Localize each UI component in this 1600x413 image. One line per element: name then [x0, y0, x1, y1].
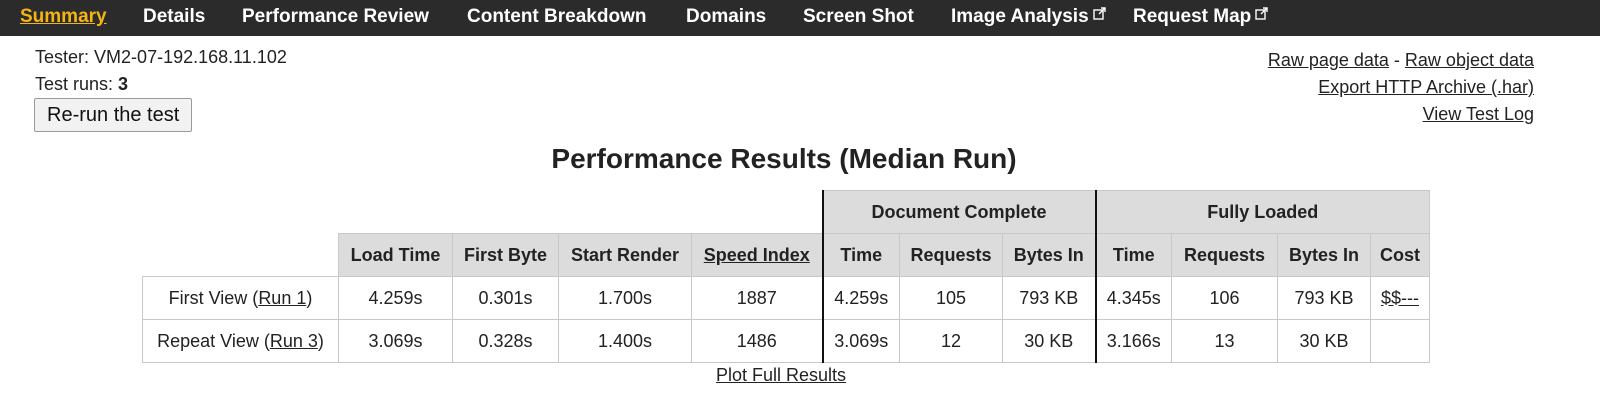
header-first-byte: First Byte: [452, 233, 559, 277]
cost-cell: [1370, 319, 1430, 363]
test-runs-label: Test runs:: [35, 74, 114, 94]
table-row: Repeat View (Run 3) 3.069s 0.328s 1.400s…: [142, 319, 1430, 363]
group-fully-loaded: Fully Loaded: [1094, 190, 1430, 234]
results-title: Performance Results (Median Run): [551, 143, 1017, 174]
nav-screen-shot[interactable]: Screen Shot: [803, 6, 914, 28]
nav-performance-review[interactable]: Performance Review: [242, 6, 429, 28]
row-label: First View (Run 1): [142, 276, 339, 320]
header-load-time: Load Time: [338, 233, 453, 277]
table-row: First View (Run 1) 4.259s 0.301s 1.700s …: [142, 276, 1430, 320]
doc-bytes-cell: 30 KB: [1002, 319, 1096, 363]
export-har-link[interactable]: Export HTTP Archive (.har): [1318, 77, 1534, 97]
first-byte-cell: 0.301s: [452, 276, 559, 320]
speed-index-cell: 1887: [691, 276, 823, 320]
header-row-label-spacer: [142, 233, 339, 277]
external-link-icon: [1092, 7, 1106, 20]
speed-index-link[interactable]: Speed Index: [704, 245, 810, 265]
nav-request-map[interactable]: Request Map: [1133, 6, 1268, 28]
row-label-text: Repeat View (: [157, 330, 270, 351]
raw-page-data-link[interactable]: Raw page data: [1268, 50, 1389, 70]
nav-image-analysis[interactable]: Image Analysis: [951, 6, 1106, 28]
header-full-bytes: Bytes In: [1277, 233, 1371, 277]
raw-object-data-link[interactable]: Raw object data: [1405, 50, 1534, 70]
run-link[interactable]: Run 3: [270, 331, 318, 351]
top-nav: Summary Details Performance Review Conte…: [0, 0, 1600, 36]
tester-value: VM2-07-192.168.11.102: [94, 47, 287, 67]
nav-request-map-label: Request Map: [1133, 6, 1252, 27]
doc-requests-cell: 105: [899, 276, 1003, 320]
header-full-requests: Requests: [1171, 233, 1278, 277]
full-bytes-cell: 30 KB: [1277, 319, 1371, 363]
start-render-cell: 1.700s: [558, 276, 692, 320]
doc-requests-cell: 12: [899, 319, 1003, 363]
cost-link[interactable]: $$---: [1381, 288, 1419, 308]
full-time-cell: 3.166s: [1094, 319, 1172, 363]
header-doc-time: Time: [821, 233, 900, 277]
rerun-test-button[interactable]: Re-run the test: [34, 98, 193, 132]
start-render-cell: 1.400s: [558, 319, 692, 363]
row-label-close: ): [317, 330, 324, 351]
nav-image-analysis-label: Image Analysis: [951, 6, 1089, 27]
header-start-render: Start Render: [558, 233, 692, 277]
full-time-cell: 4.345s: [1094, 276, 1172, 320]
load-time-cell: 4.259s: [338, 276, 453, 320]
header-full-time: Time: [1094, 233, 1172, 277]
view-test-log-link[interactable]: View Test Log: [1423, 104, 1534, 124]
header-doc-requests: Requests: [899, 233, 1003, 277]
test-runs-value: 3: [118, 74, 129, 94]
full-requests-cell: 13: [1171, 319, 1278, 363]
full-requests-cell: 106: [1171, 276, 1278, 320]
header-spacer: [142, 190, 823, 234]
links-separator: -: [1388, 50, 1405, 70]
cost-cell: $$---: [1370, 276, 1430, 320]
test-runs-line: Test runs: 3: [35, 74, 128, 95]
header-cost: Cost: [1370, 233, 1430, 277]
plot-full-results-link[interactable]: Plot Full Results: [716, 365, 846, 385]
tester-line: Tester: VM2-07-192.168.11.102: [35, 47, 287, 68]
results-table: Document Complete Fully Loaded Load Time…: [142, 190, 1430, 363]
plot-results-line: Plot Full Results: [0, 365, 1562, 386]
doc-bytes-cell: 793 KB: [1002, 276, 1096, 320]
header-doc-bytes: Bytes In: [1002, 233, 1096, 277]
tester-label: Tester:: [35, 47, 90, 67]
first-byte-cell: 0.328s: [452, 319, 559, 363]
raw-data-links: Raw page data - Raw object data Export H…: [1268, 47, 1534, 128]
row-label-text: First View (: [168, 287, 259, 308]
doc-time-cell: 4.259s: [821, 276, 900, 320]
external-link-icon: [1255, 7, 1268, 20]
nav-domains[interactable]: Domains: [686, 6, 766, 28]
nav-content-breakdown[interactable]: Content Breakdown: [467, 6, 646, 28]
load-time-cell: 3.069s: [338, 319, 453, 363]
doc-time-cell: 3.069s: [821, 319, 900, 363]
nav-details[interactable]: Details: [143, 6, 205, 28]
run-link[interactable]: Run 1: [258, 288, 306, 308]
speed-index-cell: 1486: [691, 319, 823, 363]
row-label: Repeat View (Run 3): [142, 319, 339, 363]
full-bytes-cell: 793 KB: [1277, 276, 1371, 320]
group-document-complete: Document Complete: [821, 190, 1096, 234]
header-speed-index: Speed Index: [691, 233, 823, 277]
row-label-close: ): [306, 287, 313, 308]
nav-summary[interactable]: Summary: [20, 6, 107, 28]
